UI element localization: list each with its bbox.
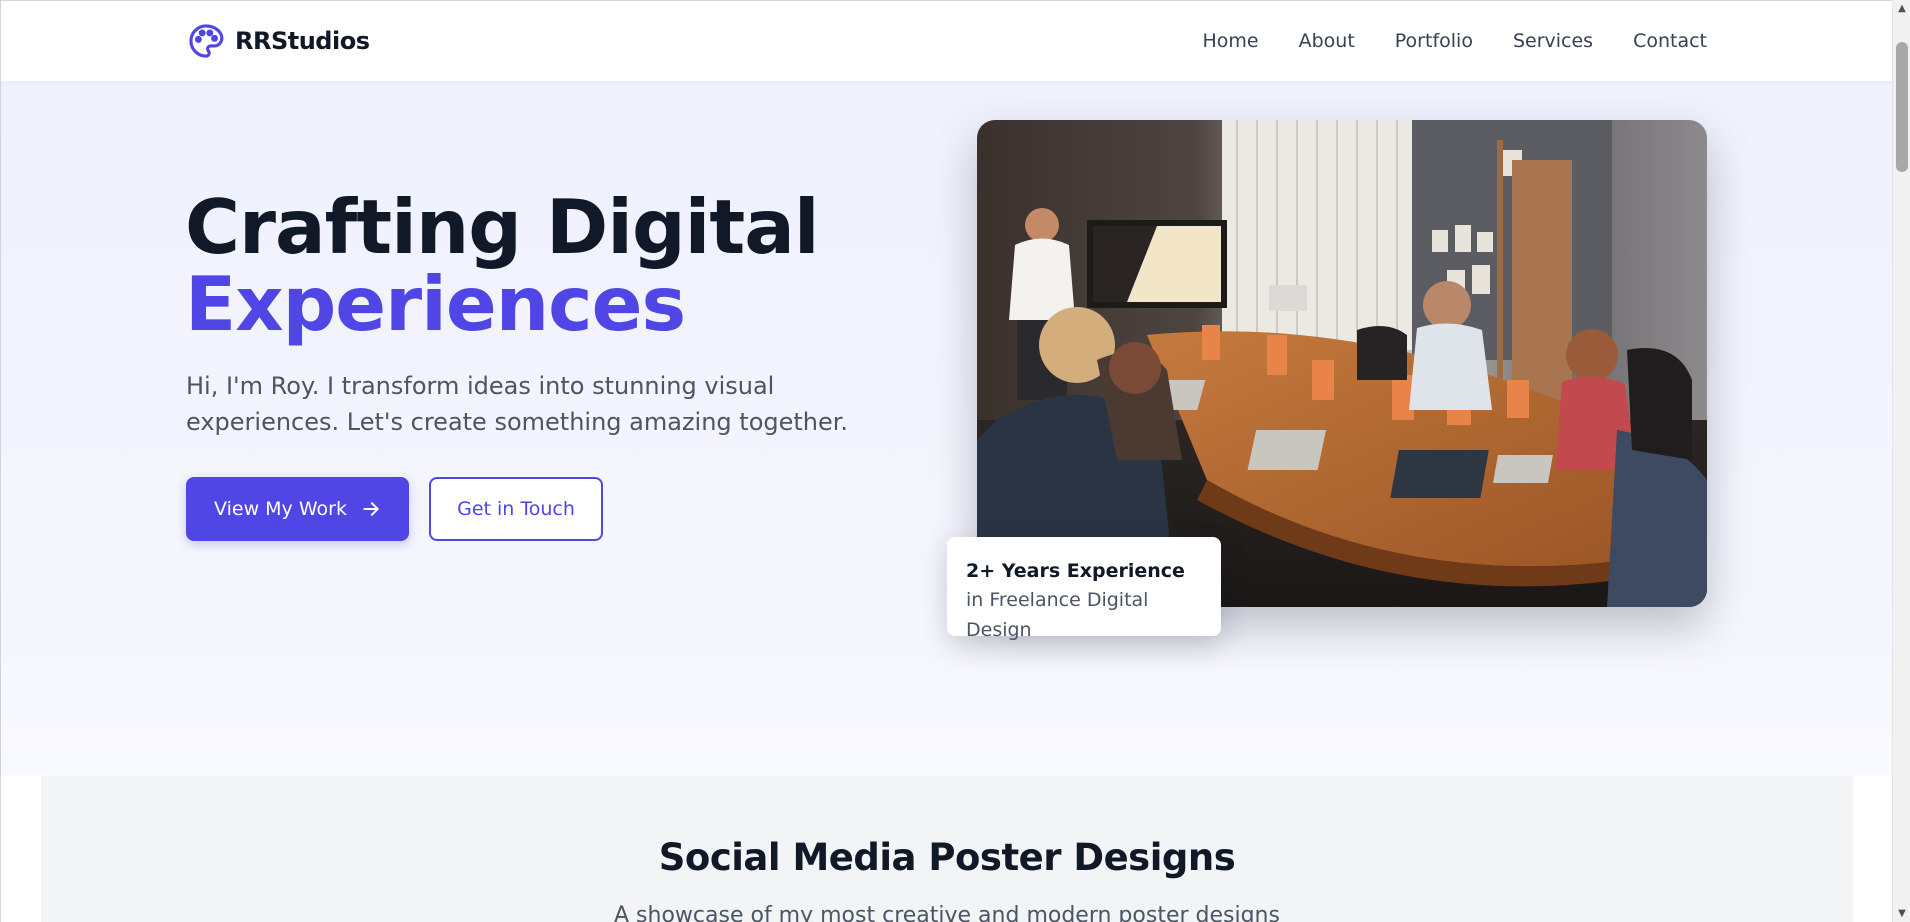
section-subtitle: A showcase of my most creative and moder… (614, 903, 1280, 922)
view-my-work-button[interactable]: View My Work (186, 477, 409, 541)
hero-title-line1: Crafting Digital (185, 183, 820, 271)
poster-designs-section: Social Media Poster Designs A showcase o… (41, 776, 1853, 922)
experience-subtitle: in Freelance Digital Design (966, 589, 1149, 641)
scrollbar-thumb[interactable] (1896, 42, 1908, 172)
section-title: Social Media Poster Designs (658, 836, 1236, 879)
nav-home[interactable]: Home (1202, 30, 1258, 52)
vertical-scrollbar[interactable]: ▲ ▼ (1892, 0, 1910, 922)
brand-logo[interactable]: RRStudios (187, 22, 370, 60)
view-my-work-label: View My Work (214, 498, 347, 520)
get-in-touch-button[interactable]: Get in Touch (429, 477, 603, 541)
nav-services[interactable]: Services (1513, 30, 1593, 52)
experience-title: 2+ Years Experience (966, 560, 1185, 582)
palette-icon (189, 24, 224, 58)
hero-section: Crafting Digital Experiences Hi, I'm Roy… (1, 82, 1892, 776)
experience-card: 2+ Years Experience in Freelance Digital… (947, 537, 1221, 641)
page: RRStudios Home About Portfolio Services … (0, 0, 1892, 922)
brand-name: RRStudios (235, 27, 370, 55)
hero-title: Crafting Digital Experiences (185, 183, 820, 348)
nav-portfolio[interactable]: Portfolio (1395, 30, 1473, 52)
hero-title-highlight: Experiences (185, 260, 686, 348)
hero-meeting-photo (977, 120, 1707, 607)
site-header: RRStudios Home About Portfolio Services … (1, 1, 1892, 82)
meeting-photo-illustration (977, 120, 1707, 607)
scroll-up-arrow-icon[interactable]: ▲ (1893, 0, 1910, 17)
nav-about[interactable]: About (1299, 30, 1355, 52)
main-nav: Home About Portfolio Services Contact (1202, 30, 1707, 52)
hero-subtitle: Hi, I'm Roy. I transform ideas into stun… (186, 372, 849, 436)
arrow-right-icon (363, 502, 379, 516)
scroll-down-arrow-icon[interactable]: ▼ (1893, 905, 1910, 922)
nav-contact[interactable]: Contact (1633, 30, 1707, 52)
